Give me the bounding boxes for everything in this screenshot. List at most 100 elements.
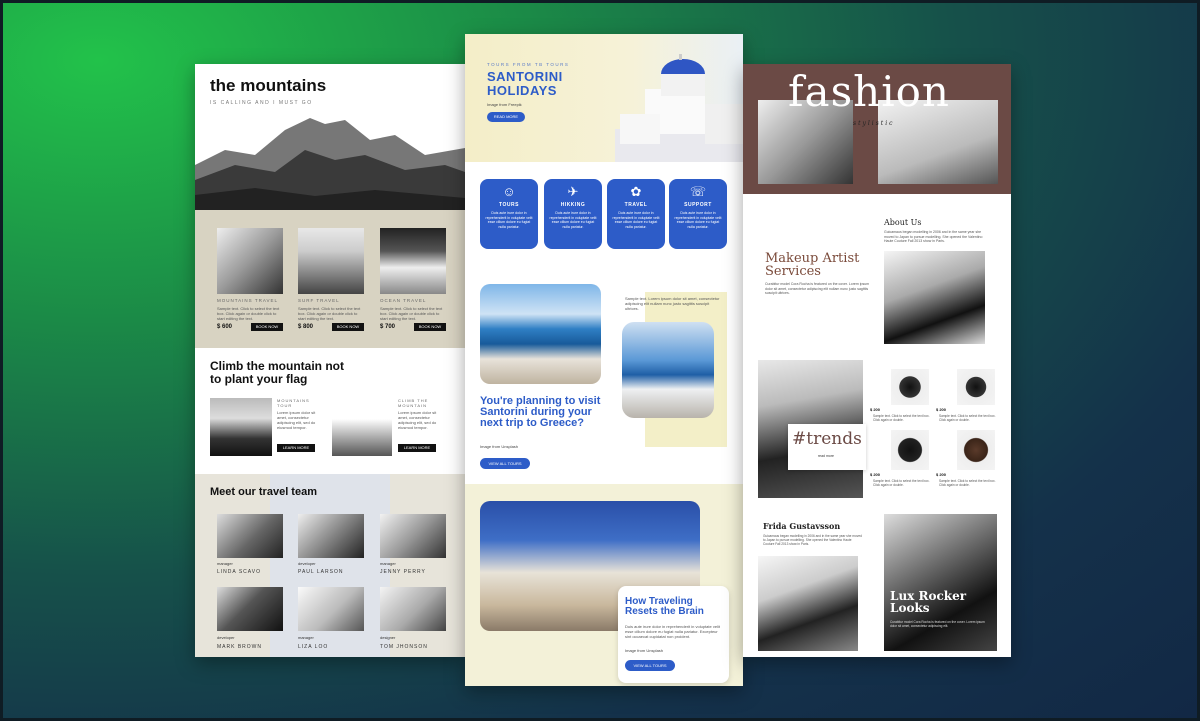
- team-photo: [298, 514, 364, 558]
- santorini-title: SANTORINI HOLIDAYS: [487, 69, 563, 98]
- feature-text: Lorem ipsum dolor sit amet, consectetur …: [398, 410, 437, 430]
- product-image: [891, 430, 929, 470]
- book-now-button[interactable]: BOOK NOW: [414, 323, 446, 331]
- card-title: TRAVEL: [624, 202, 648, 208]
- lux-rocker-photo: [884, 514, 997, 651]
- team-role: manager: [298, 635, 314, 640]
- tour-text: Sample text. Click to select the text bo…: [298, 306, 361, 321]
- feature-label: MOUNTAINS TOUR: [277, 398, 310, 408]
- about-text: Guicamaus began modelling in 2006 and in…: [884, 230, 983, 243]
- tour-image-3: [380, 228, 446, 294]
- tour-text: Sample text. Click to select the text bo…: [217, 306, 280, 321]
- frida-title: Frida Gustavsson: [763, 521, 841, 531]
- tour-label: OCEAN TRAVEL: [380, 298, 427, 303]
- product-text: Sample text. Click to select the text bo…: [939, 479, 996, 487]
- feature-card-hikking[interactable]: ✈ HIKKING Duis aute irure dolor in repre…: [544, 179, 602, 249]
- tour-label: MOUNTAINS TRAVEL: [217, 298, 279, 303]
- tour-price: $ 800: [298, 324, 314, 330]
- team-role: designer: [380, 635, 396, 640]
- team-name: JENNY PERRY: [380, 569, 426, 575]
- card-title: SUPPORT: [684, 202, 712, 208]
- book-now-button[interactable]: BOOK NOW: [332, 323, 364, 331]
- product-text: Sample text. Click to select the text bo…: [939, 414, 996, 422]
- card-text: Duis aute irure dolor in reprehenderit i…: [549, 211, 597, 229]
- mountains-title: the mountains: [210, 76, 327, 95]
- header-kicker: TOURS FROM TB TOURS: [487, 62, 570, 67]
- mountains-template-preview[interactable]: the mountains IS CALLING AND I MUST GO M…: [195, 64, 465, 657]
- hiking-icon: ✈: [567, 184, 579, 199]
- product-price: $ 200: [870, 472, 881, 477]
- product-text: Sample text. Click to select the text bo…: [873, 479, 930, 487]
- image-credit: Image from Freepik: [487, 102, 522, 107]
- team-photo: [380, 514, 446, 558]
- santorini-template-preview[interactable]: TOURS FROM TB TOURS SANTORINI HOLIDAYS I…: [465, 34, 743, 686]
- team-photo: [380, 587, 446, 631]
- mountains-subtitle: IS CALLING AND I MUST GO: [210, 100, 313, 106]
- feature-text: Lorem ipsum dolor sit amet, consectetur …: [277, 410, 316, 430]
- frida-photo: [758, 556, 858, 651]
- climb-heading: Climb the mountain not to plant your fla…: [210, 359, 344, 386]
- fashion-template-preview[interactable]: fashion stylistic About Us Guicamaus beg…: [743, 64, 1011, 657]
- card-text: Duis aute irure dolor in reprehenderit i…: [485, 211, 533, 229]
- brain-text: Duis aute irure dolor in reprehenderit i…: [625, 624, 720, 639]
- read-more-button[interactable]: READ MORE: [487, 112, 525, 122]
- team-role: developer: [217, 635, 235, 640]
- feature-card-tours[interactable]: ☺ TOURS Duis aute irure dolor in reprehe…: [480, 179, 538, 249]
- feature-label: CLIMB THE MOUNTAIN: [398, 398, 429, 408]
- learn-more-button[interactable]: LEARN MORE: [398, 444, 436, 452]
- team-role: developer: [298, 561, 316, 566]
- team-name: TOM JHONSON: [380, 644, 428, 650]
- plan-title: You're planning to visit Santorini durin…: [480, 395, 601, 429]
- team-photo: [217, 514, 283, 558]
- product-price: $ 200: [870, 407, 881, 412]
- book-now-button[interactable]: BOOK NOW: [251, 323, 283, 331]
- tour-price: $ 600: [217, 324, 233, 330]
- makeup-title: Makeup Artist Services: [765, 251, 860, 279]
- team-name: MARK BROWN: [217, 644, 262, 650]
- makeup-model-photo: [884, 251, 985, 344]
- image-credit: Image from Unsplash: [480, 444, 519, 449]
- makeup-text: Curabitur model Cora Rocha is featured o…: [765, 282, 870, 295]
- card-text: Duis aute irure dolor in reprehenderit i…: [612, 211, 660, 229]
- mountain-hero-image: [195, 110, 465, 210]
- feature-card-travel[interactable]: ✿ TRAVEL Duis aute irure dolor in repreh…: [607, 179, 665, 249]
- about-title: About Us: [884, 218, 922, 227]
- feature-card-support[interactable]: ☏ SUPPORT Duis aute irure dolor in repre…: [669, 179, 727, 249]
- travel-icon: ✿: [630, 184, 642, 199]
- trends-read-more[interactable]: read more: [818, 454, 834, 458]
- team-title: Meet our travel team: [210, 486, 317, 498]
- trends-title: #trends: [792, 429, 862, 449]
- fashion-title: fashion: [788, 67, 950, 116]
- tour-image-2: [298, 228, 364, 294]
- product-image: [957, 430, 995, 470]
- image-credit: Image from Unsplash: [625, 648, 664, 653]
- card-title: TOURS: [499, 202, 519, 208]
- team-photo: [217, 587, 283, 631]
- product-price: $ 200: [936, 407, 947, 412]
- view-all-tours-button[interactable]: VIEW ALL TOURS: [480, 458, 530, 469]
- tour-image-1: [217, 228, 283, 294]
- santorini-photo-1: [480, 284, 601, 384]
- team-photo: [298, 587, 364, 631]
- tour-label: SURF TRAVEL: [298, 298, 340, 303]
- team-name: LIZA LOO: [298, 644, 329, 650]
- product-price: $ 200: [936, 472, 947, 477]
- card-text: Duis aute irure dolor in reprehenderit i…: [674, 211, 722, 229]
- santorini-header: TOURS FROM TB TOURS SANTORINI HOLIDAYS I…: [465, 34, 743, 162]
- climb-image-1: [210, 398, 272, 456]
- tour-price: $ 700: [380, 324, 396, 330]
- climb-image-2: [332, 419, 392, 456]
- team-role: manager: [380, 561, 396, 566]
- lux-text: Curabitur model Cora Rocha is featured o…: [890, 620, 985, 628]
- support-icon: ☏: [689, 184, 707, 199]
- plan-sample-text: Sample text. Lorem ipsum dolor sit amet,…: [625, 296, 720, 311]
- learn-more-button[interactable]: LEARN MORE: [277, 444, 315, 452]
- view-all-tours-button[interactable]: VIEW ALL TOURS: [625, 660, 675, 671]
- tours-icon: ☺: [502, 184, 516, 199]
- santorini-photo-2: [622, 322, 714, 418]
- product-image: [891, 369, 929, 405]
- product-image: [957, 369, 995, 405]
- tour-text: Sample text. Click to select the text bo…: [380, 306, 443, 321]
- fashion-subtitle: stylistic: [853, 120, 895, 127]
- team-role: manager: [217, 561, 233, 566]
